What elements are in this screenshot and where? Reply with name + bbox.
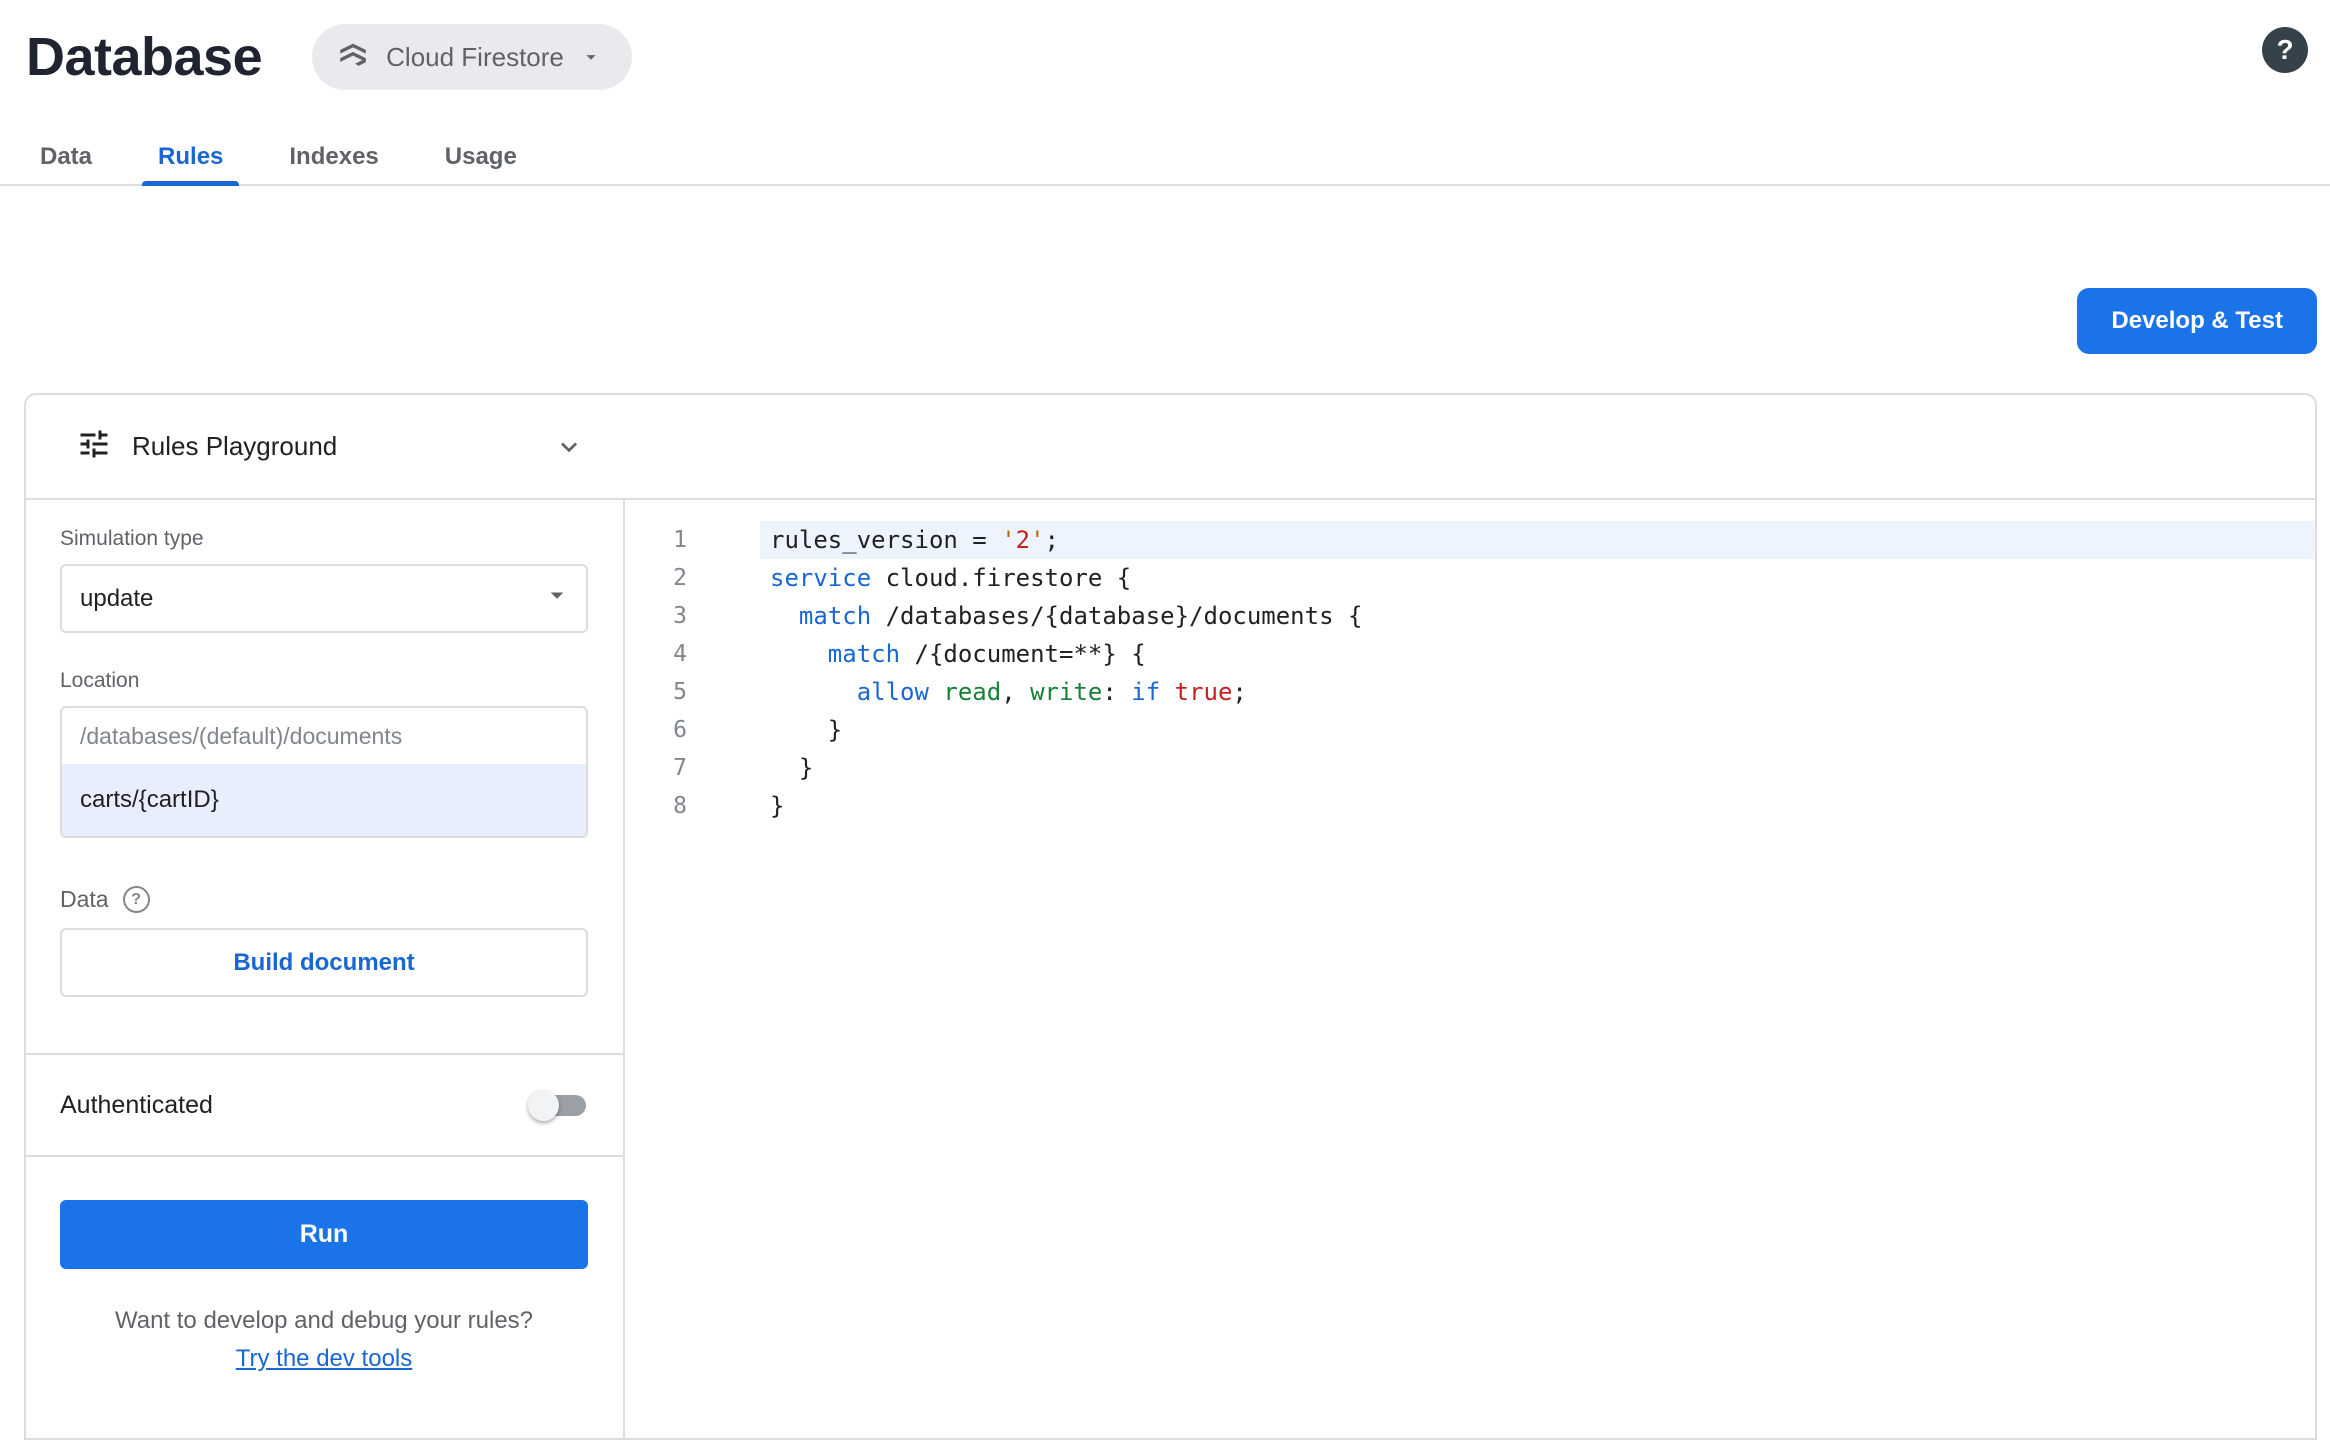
data-label: Data (60, 886, 109, 912)
authenticated-label: Authenticated (60, 1090, 213, 1119)
code-line: 1 rules_version = '2'; (625, 521, 2315, 559)
code-line: 2 service cloud.firestore { (625, 559, 2315, 597)
line-number: 6 (673, 717, 687, 743)
code-line: 5 allow read, write: if true; (625, 673, 2315, 711)
help-glyph: ? (2276, 34, 2294, 65)
tune-icon (76, 426, 112, 467)
code-text: } (770, 792, 785, 820)
code-text: service cloud.firestore { (770, 564, 1132, 592)
line-number: 2 (673, 565, 687, 591)
code-line: 8} (625, 787, 2315, 825)
devtools-link[interactable]: Try the dev tools (60, 1345, 588, 1373)
collapse-playground-button[interactable] (553, 431, 585, 463)
code-lines: 1 rules_version = '2'; 2 service cloud.fire… (625, 521, 2315, 825)
code-line: 3 match /databases/{database}/documents … (625, 597, 2315, 635)
toggle-thumb (528, 1089, 559, 1121)
tab-indexes[interactable]: Indexes (279, 129, 388, 184)
help-button[interactable]: ? (2262, 27, 2308, 73)
line-number: 4 (673, 641, 687, 667)
simulation-type-value: update (80, 584, 154, 612)
line-number: 1 (673, 527, 687, 553)
develop-test-button[interactable]: Develop & Test (2077, 288, 2317, 354)
tab-data[interactable]: Data (30, 129, 102, 184)
page-title: Database (26, 27, 263, 87)
location-prefix: /databases/(default)/documents (80, 722, 403, 749)
app-header: Database Cloud Firestore ? (0, 0, 2330, 96)
run-button[interactable]: Run (60, 1200, 588, 1269)
build-document-button[interactable]: Build document (60, 928, 588, 997)
tab-usage[interactable]: Usage (435, 129, 527, 184)
simulation-type-select[interactable]: update (60, 564, 588, 633)
location-field: /databases/(default)/documents carts/{ca… (60, 706, 588, 838)
code-line: 6 } (625, 711, 2315, 749)
line-number: 3 (673, 603, 687, 629)
line-number: 7 (673, 755, 687, 781)
authenticated-row: Authenticated (26, 1055, 623, 1155)
code-line: 4 match /{document=**} { (625, 635, 2315, 673)
rules-playground-panel: Simulation type update Location /databas… (26, 500, 625, 1438)
firestore-icon (336, 40, 370, 74)
card-body: Simulation type update Location /databas… (26, 500, 2315, 1438)
code-text: rules_version = '2'; (760, 521, 2315, 559)
chevron-down-icon (580, 46, 602, 68)
location-input[interactable]: carts/{cartID} (62, 764, 586, 836)
rules-card: Rules Playground Simulation type update … (24, 393, 2317, 1440)
data-help-icon[interactable]: ? (122, 886, 150, 913)
authenticated-toggle[interactable] (528, 1089, 586, 1121)
chevron-down-icon (542, 580, 572, 617)
code-text: } (770, 754, 814, 782)
location-label: Location (60, 669, 140, 692)
code-text: } (770, 716, 843, 744)
line-number: 5 (673, 679, 687, 705)
tab-rules[interactable]: Rules (142, 129, 240, 186)
simulation-type-label: Simulation type (60, 527, 204, 550)
line-number: 8 (673, 793, 687, 819)
code-line: 7 } (625, 749, 2315, 787)
product-selector-label: Cloud Firestore (386, 41, 564, 72)
chevron-down-icon (561, 441, 577, 452)
database-product-selector[interactable]: Cloud Firestore (312, 24, 632, 90)
devtools-prompt: Want to develop and debug your rules? (114, 1307, 534, 1334)
code-text: match /databases/{database}/documents { (798, 602, 1363, 630)
code-text: allow read, write: if true; (856, 678, 1247, 706)
code-text: match /{document=**} { (827, 640, 1146, 668)
card-header: Rules Playground (26, 395, 2315, 500)
rules-editor[interactable]: 1 rules_version = '2'; 2 service cloud.fire… (625, 500, 2315, 1438)
playground-header: Rules Playground (26, 395, 625, 498)
tab-bar: Data Rules Indexes Usage (0, 129, 2330, 186)
playground-title: Rules Playground (132, 431, 338, 461)
